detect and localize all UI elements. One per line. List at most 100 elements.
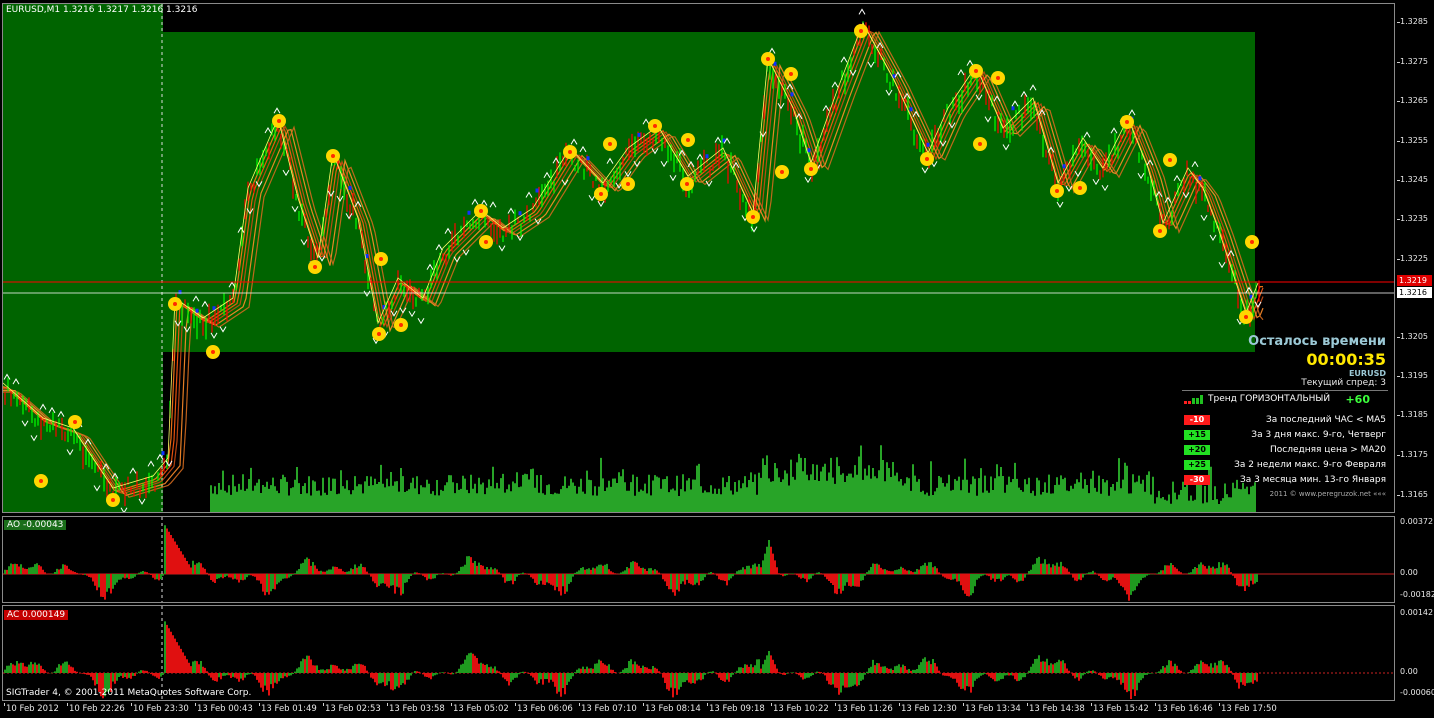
indicator-tick-label: -0.00182 [1400,590,1434,599]
price-tick-label: 1.3175 [1400,450,1428,459]
time-tick-label: 13 Feb 07:10 [581,704,637,714]
fractal-dot-center [568,150,572,154]
time-tick-label: 13 Feb 02:53 [325,704,381,714]
time-tick-mark [963,703,964,706]
time-tick-label: 10 Feb 22:26 [69,704,125,714]
time-tick-label: 13 Feb 09:18 [709,704,765,714]
time-tick-label: 13 Feb 15:42 [1093,704,1149,714]
fractal-dot-center [974,69,978,73]
factor-row: -10 За последний ЧАС < MA5 [1182,414,1388,427]
fractal-dot-center [978,142,982,146]
fractal-dot-center [313,265,317,269]
time-tick-mark [67,703,68,706]
time-tick-label: 13 Feb 14:38 [1029,704,1085,714]
symbol-ohlc-label: EURUSD,M1 1.3216 1.3217 1.3216 1.3216 [6,5,198,15]
fractal-dot-center [653,124,657,128]
fractal-dot-center [809,167,813,171]
indicator-tick-label: 0.00 [1400,667,1418,676]
trend-strength-icon [1184,395,1203,404]
fractal-dot-center [626,182,630,186]
factor-text: За 3 месяца мин. 13-го Января [1239,475,1386,485]
factor-row: +20 Последняя цена > MA20 [1182,444,1388,457]
ao-scale[interactable]: 0.00372 0.00 -0.00182 [1397,516,1434,603]
timer-symbol: EURUSD [1348,369,1386,378]
time-tick-mark [515,703,516,706]
price-tick-label: 1.3185 [1400,410,1428,419]
time-tick-mark [451,703,452,706]
time-tick-mark [4,703,5,706]
time-tick-mark [835,703,836,706]
fractal-dot-center [377,332,381,336]
timer-title: Осталось времени [1248,334,1386,349]
price-scale[interactable]: 1.3285 1.3275 1.3265 1.3255 1.3245 1.3235 1.32… [1397,3,1434,513]
fractal-dot-center [379,257,383,261]
fractal-dot-center [780,170,784,174]
ao-histogram [3,517,1394,602]
indicator-tick-label: 0.00 [1400,568,1418,577]
price-tick-label: 1.3225 [1400,254,1428,263]
timer-value: 00:00:35 [1306,350,1386,369]
price-tick-label: 1.3285 [1400,17,1428,26]
ao-indicator-pane[interactable] [2,516,1395,603]
fractal-dot-center [173,302,177,306]
volume-histogram [210,445,1256,512]
time-tick-label: 13 Feb 03:58 [389,704,445,714]
time-tick-mark [771,703,772,706]
indicator-tick-label: 0.00372 [1400,517,1434,526]
time-tick-mark [707,703,708,706]
fractal-dot-center [277,119,281,123]
time-axis[interactable]: 10 Feb 2012 10 Feb 22:26 10 Feb 23:30 13 Fe… [0,703,1434,718]
price-tick-label: 1.3275 [1400,57,1428,66]
time-tick-label: 13 Feb 13:34 [965,704,1021,714]
ac-histogram [3,606,1394,700]
fractal-dot-center [39,479,43,483]
time-tick-mark [259,703,260,706]
factor-row: -30 За 3 месяца мин. 13-го Января [1182,474,1388,487]
ac-indicator-pane[interactable] [2,605,1395,701]
price-tick-label: 1.3205 [1400,332,1428,341]
fractal-dot-center [73,420,77,424]
ac-scale[interactable]: 0.00142 0.00 -0.00060 [1397,605,1434,701]
factor-badge: -30 [1184,475,1210,485]
time-tick-mark [643,703,644,706]
fractal-dot-center [111,498,115,502]
time-tick-mark [579,703,580,706]
price-tick-label: 1.3235 [1400,214,1428,223]
price-tick-label: 1.3265 [1400,96,1428,105]
factor-text: За 2 недели макс. 9-го Февраля [1234,460,1386,470]
factor-text: За 3 дня макс. 9-го, Четверг [1251,430,1386,440]
fractal-dot-center [211,350,215,354]
price-tick-label: 1.3245 [1400,175,1428,184]
time-tick-label: 10 Feb 2012 [6,704,59,714]
oscillator-up-bars [4,621,1256,697]
time-tick-mark [1219,703,1220,706]
info-panel: Осталось времени 00:00:35 EURUSD Текущий… [1180,334,1392,510]
fractal-dot-center [789,72,793,76]
time-tick-label: 13 Feb 01:49 [261,704,317,714]
factor-text: Последняя цена > MA20 [1269,445,1386,455]
time-tick-label: 13 Feb 17:50 [1221,704,1277,714]
factor-row: +15 За 3 дня макс. 9-го, Четверг [1182,429,1388,442]
fractal-dot-center [1078,186,1082,190]
time-tick-label: 13 Feb 11:26 [837,704,893,714]
time-tick-mark [131,703,132,706]
factor-text: За последний ЧАС < MA5 [1266,415,1386,425]
fractal-dot-center [399,323,403,327]
price-channel-zone [163,32,1255,352]
trading-terminal-chart-window: EURUSD,M1 1.3216 1.3217 1.3216 1.3216 1.… [0,0,1434,718]
time-tick-label: 13 Feb 10:22 [773,704,829,714]
factor-badge: +20 [1184,445,1210,455]
ask-price-tag: 1.3219 [1397,275,1432,286]
time-tick-label: 13 Feb 08:14 [645,704,701,714]
panel-divider [1182,390,1388,391]
time-tick-label: 13 Feb 06:06 [517,704,573,714]
fractal-dot-center [751,215,755,219]
time-tick-label: 13 Feb 05:02 [453,704,509,714]
fractal-dot-center [479,209,483,213]
price-tick-label: 1.3165 [1400,490,1428,499]
bid-price-tag: 1.3216 [1397,287,1432,298]
indicator-tick-label: 0.00142 [1400,608,1434,617]
trend-score: +60 [1345,393,1370,406]
ao-label: AO -0.00043 [4,520,67,530]
fractal-dot-center [1168,158,1172,162]
